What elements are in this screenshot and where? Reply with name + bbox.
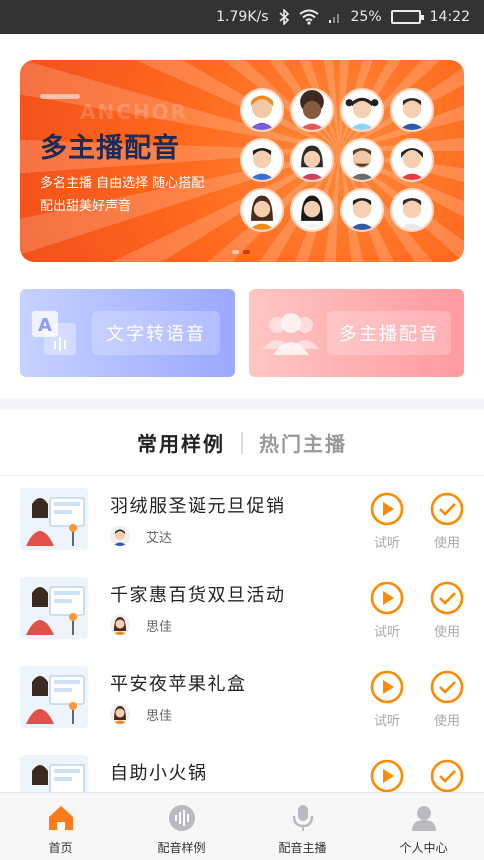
preview-label: 试听 — [373, 536, 400, 551]
use-button[interactable]: 使用 — [427, 581, 467, 640]
nav-anchors-label: 配音主播 — [278, 841, 327, 855]
wifi-icon — [298, 9, 319, 25]
sample-title: 自助小火锅 — [110, 763, 208, 784]
waveform-icon — [168, 805, 195, 831]
text-to-speech-card[interactable]: A 文字转语音 — [20, 289, 235, 377]
section-divider — [0, 398, 484, 410]
text-to-speech-icon: A — [30, 309, 80, 363]
use-button[interactable] — [427, 759, 467, 793]
nav-home[interactable]: 首页 — [0, 793, 121, 860]
use-label: 使用 — [433, 714, 460, 729]
anchor-avatar-grid — [240, 88, 440, 232]
svg-text:A: A — [38, 315, 52, 336]
use-label: 使用 — [433, 625, 460, 640]
signal-icon — [328, 10, 342, 24]
check-icon — [430, 670, 464, 704]
nav-samples[interactable]: 配音样例 — [121, 793, 242, 860]
avatar — [240, 138, 284, 182]
microphone-icon — [292, 805, 313, 831]
use-label: 使用 — [433, 536, 460, 551]
avatar — [390, 138, 434, 182]
banner-decoration — [40, 94, 80, 99]
banner-subtitle-line-2: 配出甜美好声音 — [40, 199, 132, 214]
nav-anchors[interactable]: 配音主播 — [242, 793, 363, 860]
preview-button[interactable] — [367, 759, 407, 793]
battery-percent: 25% — [350, 9, 382, 25]
play-icon — [370, 670, 404, 704]
avatar — [340, 88, 384, 132]
tab-common-samples[interactable]: 常用样例 — [121, 428, 241, 457]
avatar — [340, 188, 384, 232]
home-icon — [48, 806, 73, 830]
bottom-navigation: 首页 配音样例 配音主播 个人中心 — [0, 792, 484, 860]
play-icon — [370, 581, 404, 615]
preview-label: 试听 — [373, 714, 400, 729]
group-icon — [261, 309, 321, 361]
nav-home-label: 首页 — [48, 841, 73, 855]
banner-pagination — [232, 250, 250, 254]
banner-ghost-text: ANCHOR — [80, 100, 189, 124]
sample-author: 艾达 — [146, 531, 173, 546]
play-icon — [370, 492, 404, 526]
sample-title: 千家惠百货双旦活动 — [110, 585, 286, 606]
clock: 14:22 — [429, 9, 470, 25]
status-bar: 1.79K/s 25% 14:22 — [0, 0, 484, 34]
list-item[interactable]: 羽绒服圣诞元旦促销 艾达 试听 使用 — [0, 476, 484, 565]
avatar — [290, 188, 334, 232]
list-item[interactable]: 平安夜苹果礼盒 思佳 试听 使用 — [0, 654, 484, 743]
avatar — [240, 188, 284, 232]
nav-profile[interactable]: 个人中心 — [363, 793, 484, 860]
author-avatar — [110, 615, 130, 635]
preview-label: 试听 — [373, 625, 400, 640]
text-to-speech-label: 文字转语音 — [92, 311, 220, 355]
author-avatar — [110, 704, 130, 724]
tab-hot-anchors[interactable]: 热门主播 — [243, 428, 363, 457]
avatar — [290, 88, 334, 132]
author-avatar — [110, 526, 130, 546]
avatar — [390, 188, 434, 232]
pagination-dot[interactable] — [232, 250, 239, 254]
avatar — [240, 88, 284, 132]
avatar — [340, 138, 384, 182]
play-icon — [370, 759, 404, 793]
pagination-dot-active[interactable] — [243, 250, 250, 254]
avatar — [290, 138, 334, 182]
sample-thumbnail — [20, 488, 88, 550]
preview-button[interactable]: 试听 — [367, 670, 407, 729]
list-item[interactable]: 千家惠百货双旦活动 思佳 试听 使用 — [0, 565, 484, 654]
banner-title: 多主播配音 — [40, 133, 180, 164]
nav-profile-label: 个人中心 — [399, 841, 448, 855]
multi-anchor-label: 多主播配音 — [327, 311, 451, 355]
check-icon — [430, 492, 464, 526]
use-button[interactable]: 使用 — [427, 670, 467, 729]
promo-banner[interactable]: ANCHOR 多主播配音 多名主播 自由选择 随心搭配 配出甜美好声音 — [20, 60, 464, 262]
sample-thumbnail — [20, 577, 88, 639]
sample-title: 平安夜苹果礼盒 — [110, 674, 247, 695]
battery-icon — [390, 10, 424, 24]
sample-author: 思佳 — [146, 620, 173, 635]
sample-title: 羽绒服圣诞元旦促销 — [110, 496, 286, 517]
nav-samples-label: 配音样例 — [157, 841, 206, 855]
use-button[interactable]: 使用 — [427, 492, 467, 551]
multi-anchor-card[interactable]: 多主播配音 — [249, 289, 464, 377]
person-icon — [411, 806, 436, 831]
network-speed: 1.79K/s — [216, 9, 269, 25]
check-icon — [430, 581, 464, 615]
banner-subtitle: 多名主播 自由选择 随心搭配 配出甜美好声音 — [40, 172, 204, 218]
banner-subtitle-line-1: 多名主播 自由选择 随心搭配 — [40, 176, 205, 191]
avatar — [390, 88, 434, 132]
bluetooth-icon — [278, 9, 290, 25]
sample-author: 思佳 — [146, 709, 173, 724]
sample-thumbnail — [20, 666, 88, 728]
preview-button[interactable]: 试听 — [367, 581, 407, 640]
content-tabs: 常用样例 热门主播 — [0, 410, 484, 476]
check-icon — [430, 759, 464, 793]
preview-button[interactable]: 试听 — [367, 492, 407, 551]
